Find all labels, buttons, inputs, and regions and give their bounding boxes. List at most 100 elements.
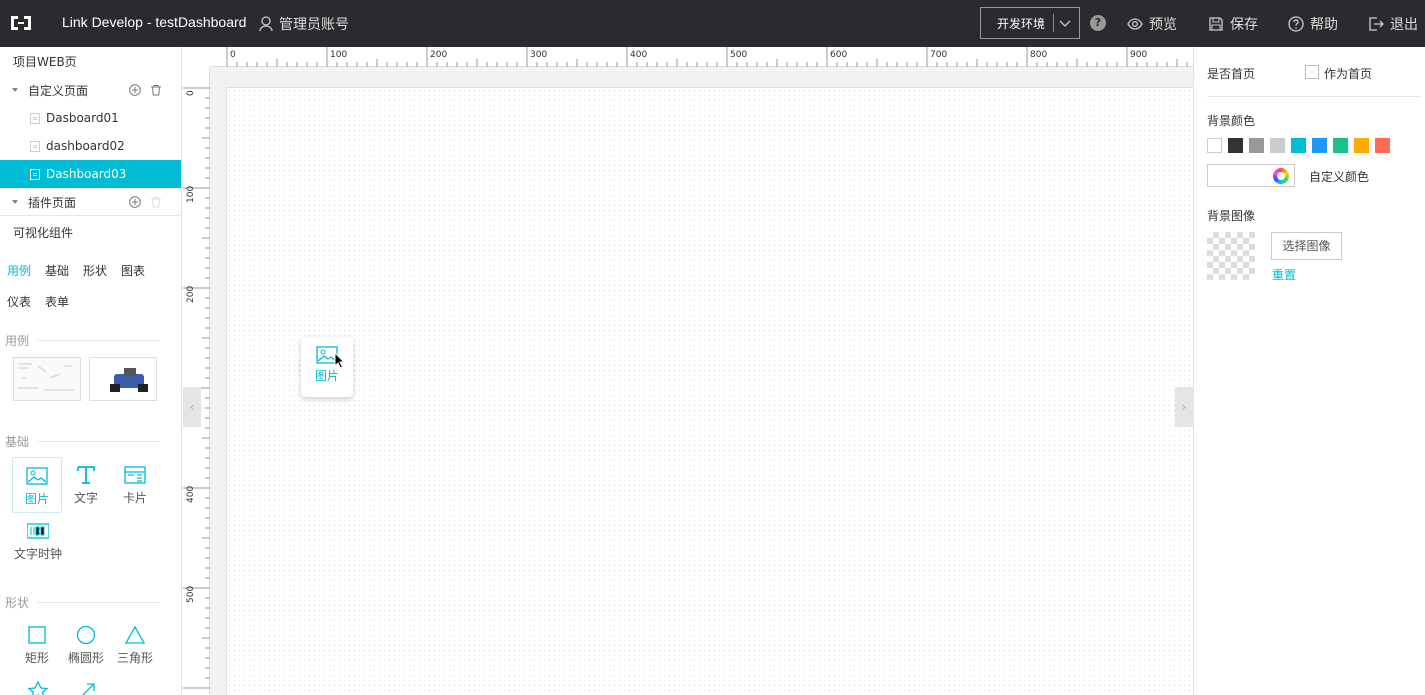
collapse-right-toggle[interactable]: ›: [1175, 387, 1193, 427]
preview-label: 预览: [1149, 17, 1177, 33]
component-label: 图片: [24, 492, 49, 506]
canvas-area[interactable]: 0 100 200 300 400 500 600 700 800 900 0 …: [183, 47, 1193, 695]
tree-page-item-active[interactable]: Dashboard03: [0, 160, 181, 188]
dashboard-canvas[interactable]: [226, 87, 1193, 695]
group-divider: [37, 602, 160, 603]
ruler-label: 900: [1130, 50, 1148, 60]
properties-panel: 是否首页 作为首页 背景颜色 自定义颜色 背景图像 选择图像 重置: [1193, 47, 1425, 695]
add-circle-icon[interactable]: [129, 84, 141, 96]
page-icon: [30, 113, 40, 124]
save-label: 保存: [1230, 17, 1258, 33]
example-thumbnail[interactable]: [89, 357, 157, 401]
preview-button[interactable]: 预览: [1127, 14, 1177, 34]
ruler-label: 300: [530, 50, 548, 60]
add-circle-icon[interactable]: [129, 196, 141, 208]
collapse-left-toggle[interactable]: ‹: [183, 387, 201, 427]
ruler-label: 700: [930, 50, 948, 60]
homepage-checkbox-label: 作为首页: [1324, 67, 1373, 81]
dragging-image-component[interactable]: 图片: [301, 337, 353, 397]
tab-charts[interactable]: 图表: [121, 262, 145, 279]
ruler-label: 800: [1030, 50, 1048, 60]
page-label: Dashboard03: [46, 167, 127, 181]
caret-down-icon: [12, 200, 18, 204]
color-swatch[interactable]: [1333, 138, 1348, 153]
trash-icon: [151, 197, 161, 208]
tree-page-item[interactable]: Dasboard01: [0, 104, 181, 132]
ruler-label: 600: [830, 50, 848, 60]
arrow-icon[interactable]: [77, 681, 99, 695]
color-wheel-icon[interactable]: [1273, 168, 1289, 184]
tab-forms[interactable]: 表单: [45, 293, 69, 310]
example-thumbnail[interactable]: [13, 357, 81, 401]
color-swatch[interactable]: [1312, 138, 1327, 153]
ruler-label: 200: [430, 50, 448, 60]
ruler-label: 400: [630, 50, 648, 60]
group-divider: [37, 441, 160, 442]
tab-basic[interactable]: 基础: [45, 262, 69, 279]
ruler-label: 500: [186, 585, 196, 603]
component-ellipse[interactable]: 椭圆形: [61, 617, 111, 673]
color-swatch[interactable]: [1249, 138, 1264, 153]
caret-down-icon: [12, 88, 18, 92]
page-icon: [30, 169, 40, 180]
ruler-label: 0: [186, 90, 196, 96]
component-label: 椭圆形: [67, 651, 104, 665]
card-icon: [124, 466, 146, 484]
tree-page-item[interactable]: dashboard02: [0, 132, 181, 160]
component-triangle[interactable]: 三角形: [110, 617, 160, 673]
homepage-label: 是否首页: [1207, 67, 1256, 81]
rectangle-icon: [28, 626, 46, 644]
help-button[interactable]: 帮助: [1288, 14, 1338, 34]
project-title: 项目WEB页: [13, 55, 77, 69]
chevron-down-icon: [1059, 20, 1071, 27]
component-image[interactable]: 图片: [12, 457, 62, 513]
component-text-clock[interactable]: 文字时钟: [10, 513, 66, 569]
component-tabs-row2: 仪表 表单: [7, 293, 69, 310]
custom-color-input[interactable]: [1207, 164, 1295, 187]
color-swatch[interactable]: [1228, 138, 1243, 153]
color-swatch[interactable]: [1207, 138, 1222, 153]
save-button[interactable]: 保存: [1208, 14, 1258, 34]
ruler-label: 200: [186, 285, 196, 303]
dashboard-preview-icon: [18, 363, 74, 391]
tree-plugin-pages[interactable]: 插件页面: [0, 188, 181, 216]
component-text[interactable]: 文字: [61, 457, 111, 513]
bg-image-preview: [1207, 232, 1255, 280]
color-swatch[interactable]: [1354, 138, 1369, 153]
color-swatch[interactable]: [1375, 138, 1390, 153]
ruler-corner: [183, 47, 210, 67]
machine-preview-icon: [110, 368, 148, 392]
color-swatch[interactable]: [1270, 138, 1285, 153]
question-icon[interactable]: ?: [1090, 15, 1106, 31]
env-select[interactable]: 开发环境: [980, 7, 1080, 39]
env-select-value: 开发环境: [997, 16, 1046, 31]
trash-icon[interactable]: [150, 84, 162, 96]
choose-image-button[interactable]: 选择图像: [1271, 232, 1342, 260]
custom-color-label: 自定义颜色: [1309, 170, 1370, 184]
image-icon: [26, 467, 48, 485]
component-rectangle[interactable]: 矩形: [12, 617, 62, 673]
divider: [1207, 96, 1421, 97]
triangle-icon: [124, 625, 146, 644]
text-icon: [77, 466, 95, 484]
group-examples-title: 用例: [5, 334, 30, 348]
tab-shapes[interactable]: 形状: [83, 262, 107, 279]
help-label: 帮助: [1310, 17, 1338, 33]
drag-label: 图片: [314, 369, 339, 383]
tab-gauges[interactable]: 仪表: [7, 293, 31, 310]
group-shapes-title: 形状: [5, 596, 30, 610]
tab-examples[interactable]: 用例: [7, 262, 31, 279]
top-bar: Link Develop - testDashboard 管理员账号 开发环境 …: [0, 0, 1425, 47]
star-icon[interactable]: [27, 681, 49, 695]
reset-link[interactable]: 重置: [1272, 266, 1296, 283]
tree-custom-pages[interactable]: 自定义页面: [0, 76, 181, 104]
logout-button[interactable]: 退出: [1368, 14, 1418, 34]
ruler-label: 100: [186, 185, 196, 203]
account-menu[interactable]: 管理员账号: [259, 14, 349, 34]
components-title: 可视化组件: [13, 226, 74, 240]
ruler-label: 100: [330, 50, 348, 60]
component-card[interactable]: 卡片: [110, 457, 160, 513]
component-label: 矩形: [24, 651, 49, 665]
color-swatch[interactable]: [1291, 138, 1306, 153]
homepage-checkbox[interactable]: [1305, 65, 1319, 79]
